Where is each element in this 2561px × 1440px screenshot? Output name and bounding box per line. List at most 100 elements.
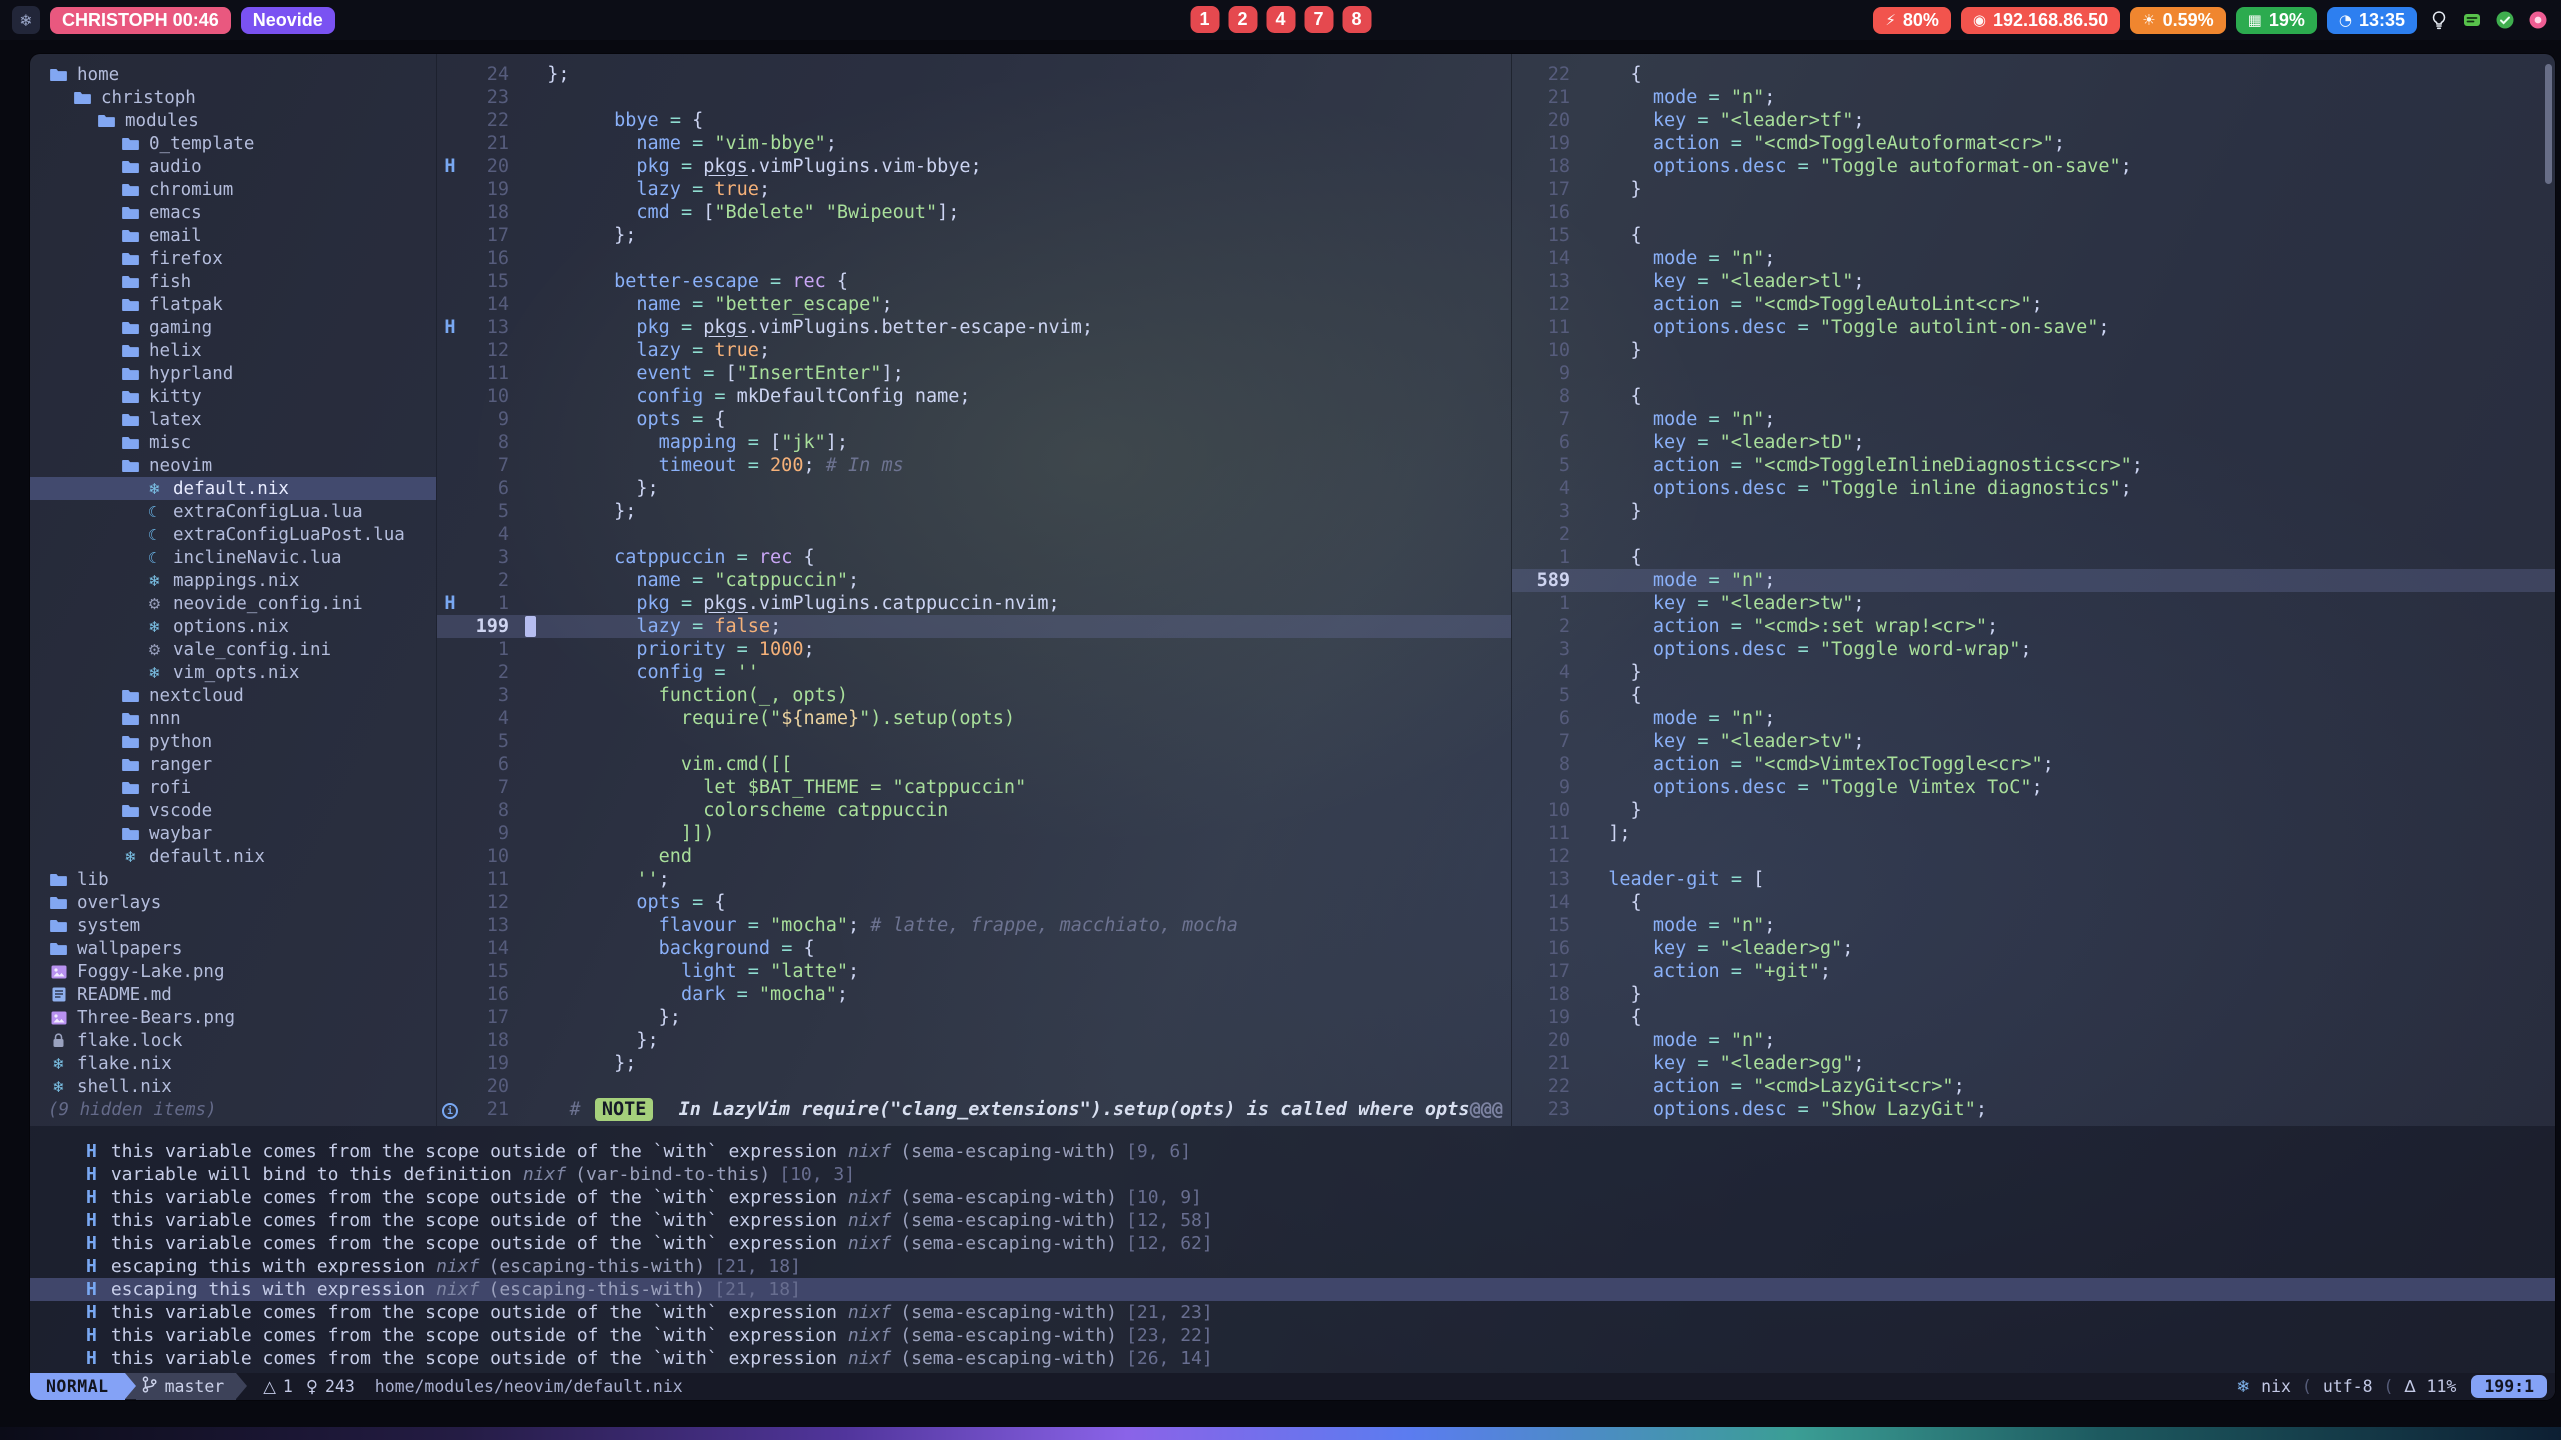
code-line[interactable]: 22 action = "<cmd>LazyGit<cr>";	[1512, 1075, 2555, 1098]
scrollbar-thumb[interactable]	[2545, 64, 2552, 184]
code-line[interactable]: 17 };	[437, 224, 1511, 247]
tree-item[interactable]: ❄options.nix	[30, 615, 436, 638]
tree-item[interactable]: ☾extraConfigLua.lua	[30, 500, 436, 523]
tree-item[interactable]: chromium	[30, 178, 436, 201]
code-line[interactable]: 22 {	[1512, 63, 2555, 86]
code-line[interactable]: 19 lazy = true;	[437, 178, 1511, 201]
tree-item[interactable]: ⚙vale_config.ini	[30, 638, 436, 661]
code-line[interactable]: 19 action = "<cmd>ToggleAutoformat<cr>";	[1512, 132, 2555, 155]
diagnostic-row[interactable]: Hthis variable comes from the scope outs…	[30, 1209, 2555, 1232]
code-line[interactable]: 8 {	[1512, 385, 2555, 408]
code-pane-right[interactable]: 22 {21 mode = "n";20 key = "<leader>tf";…	[1511, 54, 2555, 1126]
tree-item[interactable]: waybar	[30, 822, 436, 845]
code-line[interactable]: 20	[437, 1075, 1511, 1098]
media-icon[interactable]	[2460, 9, 2483, 32]
statusbar-cpu-load[interactable]: ☀0.59%	[2130, 7, 2226, 34]
code-line[interactable]: 15 better-escape = rec {	[437, 270, 1511, 293]
tree-item[interactable]: README.md	[30, 983, 436, 1006]
code-line[interactable]: 3 catppuccin = rec {	[437, 546, 1511, 569]
code-line[interactable]: 5 action = "<cmd>ToggleInlineDiagnostics…	[1512, 454, 2555, 477]
bulb-icon[interactable]	[2427, 9, 2450, 32]
tree-item[interactable]: fish	[30, 270, 436, 293]
tree-item[interactable]: Foggy-Lake.png	[30, 960, 436, 983]
code-line[interactable]: 1 {	[1512, 546, 2555, 569]
code-line[interactable]: 1 priority = 1000;	[437, 638, 1511, 661]
code-line[interactable]: 6 vim.cmd([[	[437, 753, 1511, 776]
workspace-button[interactable]: 7	[1304, 6, 1333, 33]
code-line[interactable]: 11 '';	[437, 868, 1511, 891]
tree-item[interactable]: helix	[30, 339, 436, 362]
code-line[interactable]: 1 key = "<leader>tw";	[1512, 592, 2555, 615]
code-line[interactable]: 9 ]])	[437, 822, 1511, 845]
code-line[interactable]: 10 }	[1512, 799, 2555, 822]
code-line[interactable]: 17 action = "+git";	[1512, 960, 2555, 983]
code-line[interactable]: 11 event = ["InsertEnter"];	[437, 362, 1511, 385]
code-line[interactable]: 21 mode = "n";	[1512, 86, 2555, 109]
tree-item[interactable]: christoph	[30, 86, 436, 109]
code-line[interactable]: 15 light = "latte";	[437, 960, 1511, 983]
tree-item[interactable]: latex	[30, 408, 436, 431]
code-line[interactable]: 6 key = "<leader>tD";	[1512, 431, 2555, 454]
code-line[interactable]: 3 options.desc = "Toggle word-wrap";	[1512, 638, 2555, 661]
diagnostic-row[interactable]: Hthis variable comes from the scope outs…	[30, 1232, 2555, 1255]
code-line[interactable]: 3 }	[1512, 500, 2555, 523]
launcher-icon[interactable]: ❄	[12, 6, 40, 34]
diagnostic-row[interactable]: Hthis variable comes from the scope outs…	[30, 1140, 2555, 1163]
code-line[interactable]: 14 mode = "n";	[1512, 247, 2555, 270]
code-line[interactable]: 12 opts = {	[437, 891, 1511, 914]
tree-item[interactable]: audio	[30, 155, 436, 178]
tree-item[interactable]: flake.lock	[30, 1029, 436, 1052]
code-line[interactable]: 2 name = "catppuccin";	[437, 569, 1511, 592]
code-line[interactable]: 16	[437, 247, 1511, 270]
tree-item[interactable]: nextcloud	[30, 684, 436, 707]
tree-item[interactable]: rofi	[30, 776, 436, 799]
code-line[interactable]: 15 mode = "n";	[1512, 914, 2555, 937]
code-line[interactable]: 11 ];	[1512, 822, 2555, 845]
tree-item[interactable]: hyprland	[30, 362, 436, 385]
diagnostic-row[interactable]: Hthis variable comes from the scope outs…	[30, 1301, 2555, 1324]
statusbar-memory[interactable]: ▦19%	[2236, 7, 2317, 34]
tree-item[interactable]: flatpak	[30, 293, 436, 316]
tree-item[interactable]: ❄shell.nix	[30, 1075, 436, 1098]
code-line[interactable]: 21 name = "vim-bbye";	[437, 132, 1511, 155]
code-line[interactable]: 16 key = "<leader>g";	[1512, 937, 2555, 960]
code-line[interactable]: 11 options.desc = "Toggle autolint-on-sa…	[1512, 316, 2555, 339]
code-line[interactable]: 18 options.desc = "Toggle autoformat-on-…	[1512, 155, 2555, 178]
code-line[interactable]: 14 name = "better_escape";	[437, 293, 1511, 316]
statusbar-battery[interactable]: ⚡80%	[1873, 7, 1951, 34]
code-line[interactable]: 8 colorscheme catppuccin	[437, 799, 1511, 822]
tree-item[interactable]: (9 hidden items)	[30, 1098, 436, 1121]
code-line[interactable]: 13 leader-git = [	[1512, 868, 2555, 891]
code-line[interactable]: 12 action = "<cmd>ToggleAutoLint<cr>";	[1512, 293, 2555, 316]
tree-item[interactable]: python	[30, 730, 436, 753]
tree-item[interactable]: ☾inclineNavic.lua	[30, 546, 436, 569]
tree-item[interactable]: gaming	[30, 316, 436, 339]
code-line[interactable]: 10 }	[1512, 339, 2555, 362]
code-line[interactable]: 9	[1512, 362, 2555, 385]
code-line[interactable]: 14 background = {	[437, 937, 1511, 960]
code-line[interactable]: H1 pkg = pkgs.vimPlugins.catppuccin-nvim…	[437, 592, 1511, 615]
workspace-button[interactable]: 4	[1266, 6, 1295, 33]
code-line[interactable]: 16 dark = "mocha";	[437, 983, 1511, 1006]
code-line[interactable]: 21 key = "<leader>gg";	[1512, 1052, 2555, 1075]
tree-item[interactable]: kitty	[30, 385, 436, 408]
code-line[interactable]: 7 let $BAT_THEME = "catppuccin"	[437, 776, 1511, 799]
diagnostic-row[interactable]: Hescaping this with expressionnixf(escap…	[30, 1278, 2555, 1301]
statusbar-clock[interactable]: ◔13:35	[2327, 7, 2417, 34]
tree-item[interactable]: ❄flake.nix	[30, 1052, 436, 1075]
code-line[interactable]: 12	[1512, 845, 2555, 868]
code-line[interactable]: 20 key = "<leader>tf";	[1512, 109, 2555, 132]
git-branch[interactable]: master	[136, 1373, 237, 1400]
code-line[interactable]: 6 mode = "n";	[1512, 707, 2555, 730]
code-line[interactable]: 22 bbye = {	[437, 109, 1511, 132]
code-line[interactable]: 8 mapping = ["jk"];	[437, 431, 1511, 454]
tree-item[interactable]: neovim	[30, 454, 436, 477]
code-line[interactable]: 589 mode = "n";	[1512, 569, 2555, 592]
tree-item[interactable]: lib	[30, 868, 436, 891]
notification-dot-icon[interactable]	[2526, 9, 2549, 32]
diagnostic-row[interactable]: Hthis variable comes from the scope outs…	[30, 1347, 2555, 1370]
code-line[interactable]: 13 flavour = "mocha"; # latte, frappe, m…	[437, 914, 1511, 937]
code-line[interactable]: 18 }	[1512, 983, 2555, 1006]
code-line[interactable]: i21 # NOTE In LazyVim require("clang_ext…	[437, 1098, 1511, 1121]
tree-item[interactable]: emacs	[30, 201, 436, 224]
